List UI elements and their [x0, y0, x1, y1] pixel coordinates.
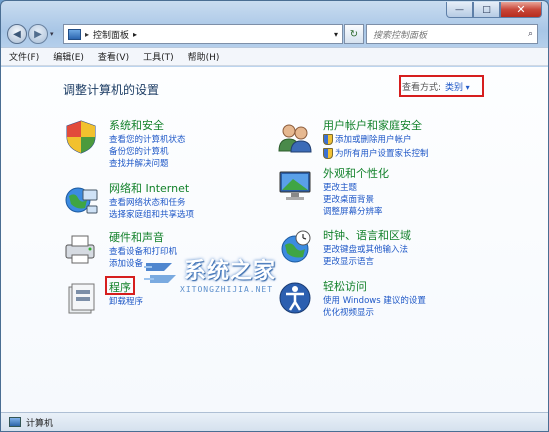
link-desktop-background[interactable]: 更改桌面背景	[323, 193, 374, 205]
forward-arrow-icon: ▶	[34, 28, 42, 40]
recent-pages-dropdown[interactable]: ▾	[50, 30, 60, 38]
link-network-status[interactable]: 查看网络状态和任务	[109, 196, 186, 208]
maximize-button[interactable]: □	[473, 2, 500, 18]
search-input[interactable]: 搜索控制面板 ⌕	[366, 24, 538, 44]
watermark-url: XITONGZHIJIA.NET	[180, 285, 274, 294]
menu-help[interactable]: 帮助(H)	[188, 50, 220, 63]
network-globe-icon[interactable]	[63, 182, 99, 218]
control-panel-icon	[68, 28, 81, 40]
page-title: 调整计算机的设置	[63, 83, 160, 97]
category-title[interactable]: 外观和个性化	[323, 165, 389, 181]
address-dropdown-icon[interactable]: ▾	[334, 30, 338, 39]
breadcrumb-chevron-icon[interactable]: ▸	[133, 30, 137, 39]
navigation-bar: ◀ ▶ ▾ ▸ 控制面板 ▸ ▾ ↻ 搜索控制面板 ⌕	[7, 22, 542, 46]
link-troubleshoot[interactable]: 查找并解决问题	[109, 157, 169, 169]
link-add-device[interactable]: 添加设备	[109, 257, 143, 269]
users-icon[interactable]	[277, 119, 313, 155]
programs-icon[interactable]	[63, 281, 99, 317]
view-by-label: 查看方式:	[402, 82, 442, 93]
shield-icon[interactable]	[63, 119, 99, 155]
refresh-icon: ↻	[349, 28, 359, 40]
window-controls: — □ ✕	[446, 2, 542, 18]
category-title[interactable]: 网络和 Internet	[109, 180, 189, 196]
refresh-button[interactable]: ↻	[344, 24, 364, 44]
breadcrumb-control-panel[interactable]: 控制面板	[93, 28, 129, 41]
link-devices-printers[interactable]: 查看设备和打印机	[109, 245, 177, 257]
link-homegroup[interactable]: 选择家庭组和共享选项	[109, 208, 194, 220]
close-button[interactable]: ✕	[500, 2, 542, 18]
link-uninstall[interactable]: 卸载程序	[109, 295, 143, 307]
link-screen-resolution[interactable]: 调整屏幕分辨率	[323, 205, 383, 217]
view-by-control[interactable]: 查看方式: 类别	[399, 75, 484, 97]
menu-file[interactable]: 文件(F)	[9, 50, 39, 63]
back-button[interactable]: ◀	[7, 24, 27, 44]
breadcrumb-separator-icon[interactable]: ▸	[85, 30, 89, 39]
programs-highlight-box	[105, 276, 135, 295]
control-panel-window: — □ ✕ ◀ ▶ ▾ ▸ 控制面板 ▸ ▾ ↻ 搜索控制面板 ⌕ 文件(F) …	[0, 0, 549, 432]
status-bar: 计算机	[1, 412, 548, 431]
watermark-logo-icon	[144, 263, 176, 283]
status-label: 计算机	[26, 418, 54, 429]
menu-tools[interactable]: 工具(T)	[143, 50, 174, 63]
category-title[interactable]: 用户帐户和家庭安全	[323, 117, 422, 133]
category-title[interactable]: 硬件和声音	[109, 229, 164, 245]
menu-edit[interactable]: 编辑(E)	[53, 50, 84, 63]
minimize-button[interactable]: —	[446, 2, 473, 18]
category-title[interactable]: 系统和安全	[109, 117, 164, 133]
category-title[interactable]: 时钟、语言和区域	[323, 227, 411, 243]
forward-button[interactable]: ▶	[28, 24, 48, 44]
link-optimize-display[interactable]: 优化视频显示	[323, 306, 374, 318]
printer-icon[interactable]	[63, 231, 99, 267]
link-add-remove-users[interactable]: 添加或删除用户帐户	[323, 133, 412, 145]
watermark-text: 系统之家	[184, 259, 277, 284]
menu-bar: 文件(F) 编辑(E) 查看(V) 工具(T) 帮助(H)	[1, 47, 548, 66]
link-change-theme[interactable]: 更改主题	[323, 181, 357, 193]
main-content: 调整计算机的设置 查看方式: 类别 系统和安全 查看您的计算机状态 备份您的计算…	[1, 67, 548, 412]
link-backup[interactable]: 备份您的计算机	[109, 145, 169, 157]
monitor-icon[interactable]	[277, 167, 313, 203]
link-parental-controls[interactable]: 为所有用户设置家长控制	[323, 147, 429, 159]
back-arrow-icon: ◀	[13, 28, 21, 40]
clock-globe-icon[interactable]	[277, 229, 313, 265]
computer-icon	[9, 417, 21, 427]
search-icon[interactable]: ⌕	[528, 29, 533, 39]
menu-view[interactable]: 查看(V)	[98, 50, 129, 63]
view-by-dropdown[interactable]: 类别	[445, 80, 470, 93]
category-title[interactable]: 轻松访问	[323, 278, 367, 294]
link-recommended-settings[interactable]: 使用 Windows 建议的设置	[323, 294, 426, 306]
address-bar[interactable]: ▸ 控制面板 ▸ ▾	[63, 24, 343, 44]
search-placeholder: 搜索控制面板	[373, 30, 428, 41]
link-display-language[interactable]: 更改显示语言	[323, 255, 374, 267]
accessibility-icon[interactable]	[277, 280, 313, 316]
link-view-status[interactable]: 查看您的计算机状态	[109, 133, 186, 145]
link-keyboard-input[interactable]: 更改键盘或其他输入法	[323, 243, 408, 255]
